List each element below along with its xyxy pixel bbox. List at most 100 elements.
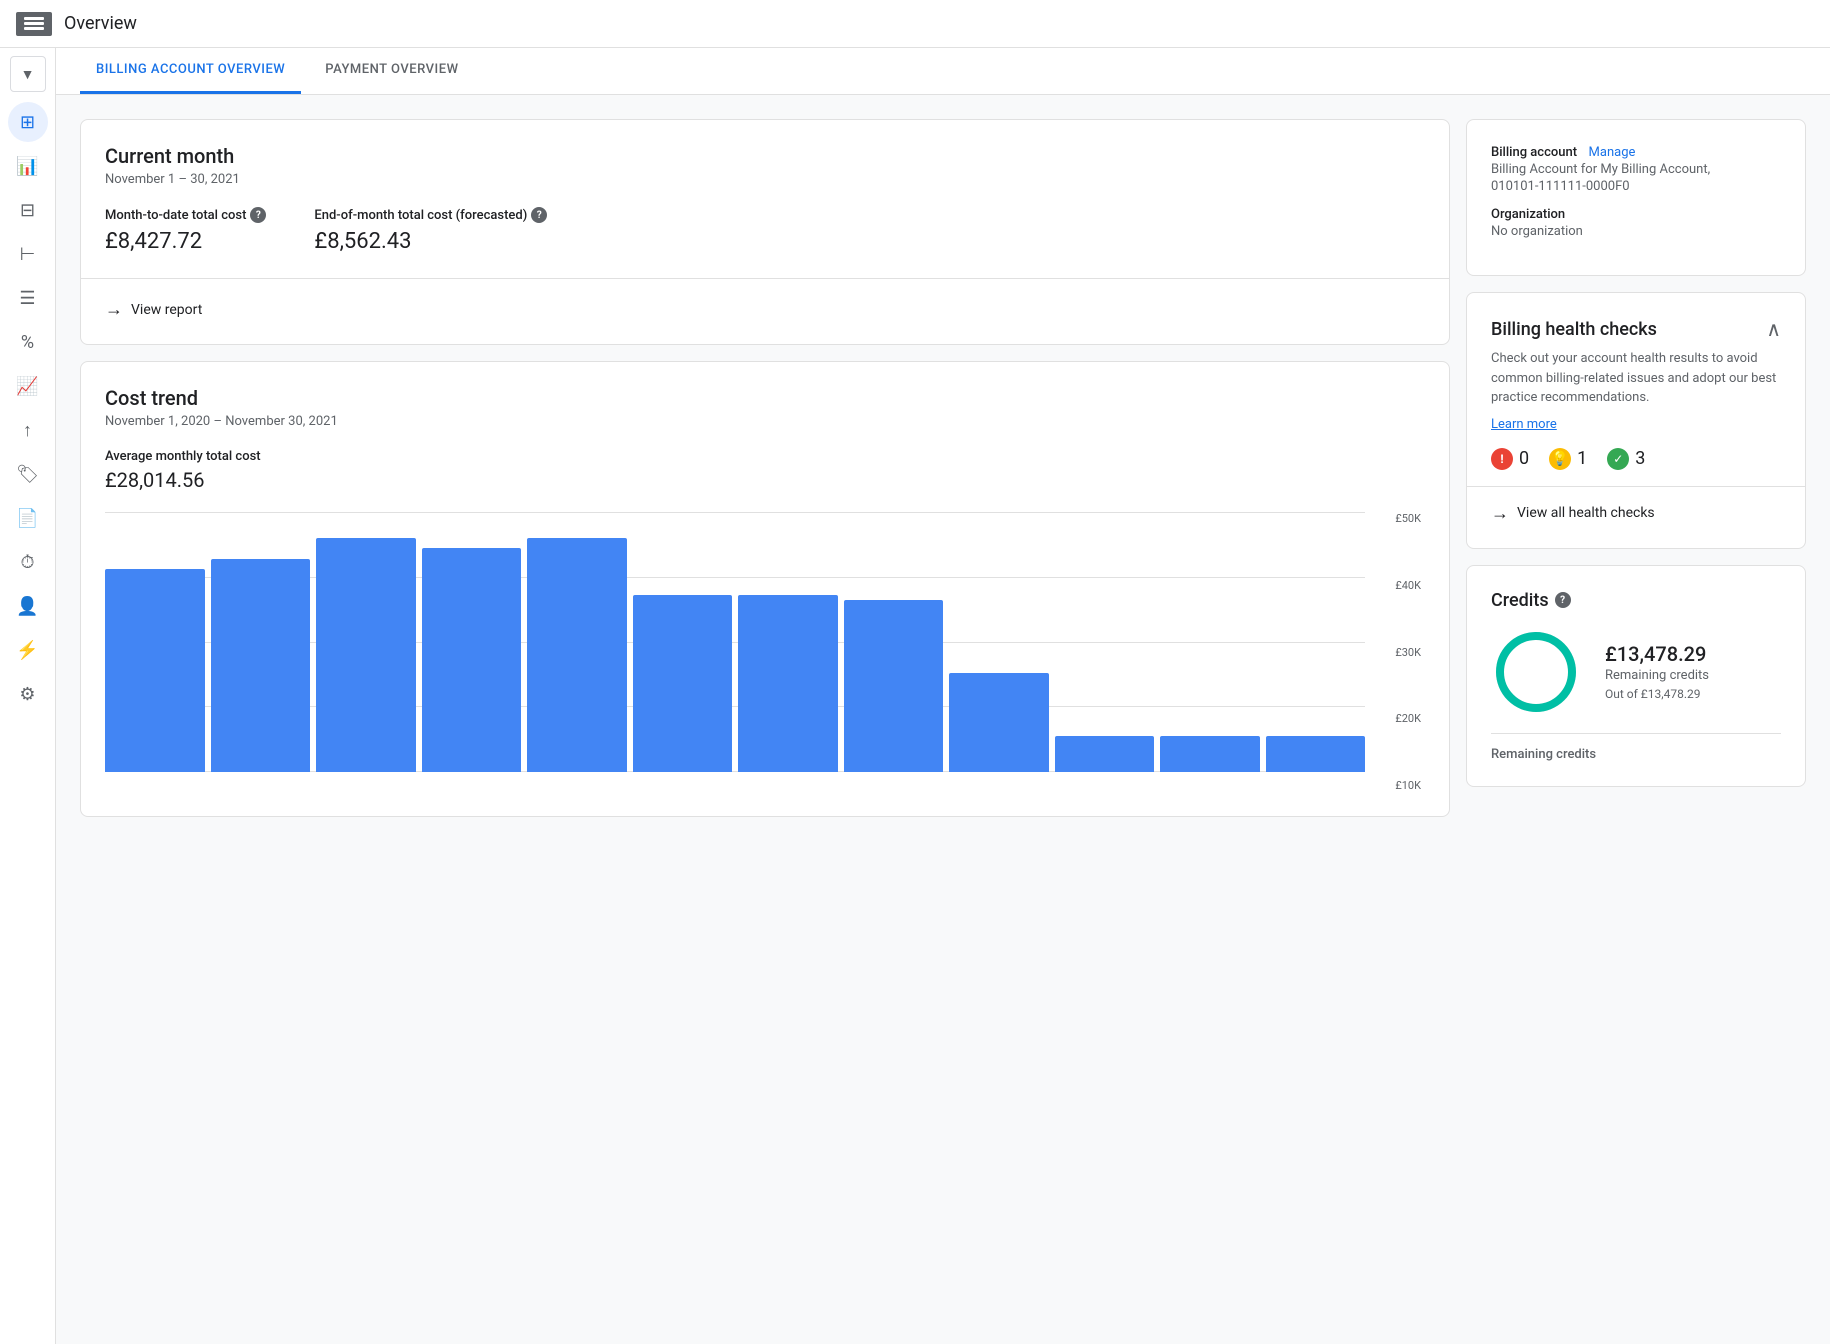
- upload-icon: ↑: [23, 420, 32, 441]
- learn-more-link[interactable]: Learn more: [1491, 417, 1557, 432]
- avg-label: Average monthly total cost: [105, 449, 1425, 464]
- health-description: Check out your account health results to…: [1491, 349, 1781, 408]
- end-of-month-label: End-of-month total cost (forecasted) ?: [314, 207, 547, 223]
- chart-bar-1: [211, 559, 311, 772]
- credits-title: Credits: [1491, 590, 1549, 611]
- chart-y-axis: £50K £40K £30K £20K £10K: [1375, 512, 1425, 792]
- chart-bar-4: [527, 538, 627, 772]
- end-of-month-help-icon[interactable]: ?: [531, 207, 547, 223]
- percent-icon: %: [21, 332, 34, 353]
- org-label: Organization: [1491, 207, 1565, 222]
- sidebar-item-reports[interactable]: 📊: [8, 146, 48, 186]
- sidebar-item-list[interactable]: ☰: [8, 278, 48, 318]
- sidebar-item-doc[interactable]: 📄: [8, 498, 48, 538]
- health-count-error: ! 0: [1491, 448, 1529, 470]
- health-counts: ! 0 💡 1 ✓ 3: [1491, 448, 1781, 470]
- sidebar-item-budget[interactable]: ⊢: [8, 234, 48, 274]
- cost-trend-title: Cost trend: [105, 386, 1425, 410]
- dashboard-icon: ⊞: [20, 112, 35, 133]
- sidebar-dropdown[interactable]: ▼: [10, 56, 46, 92]
- sidebar-item-chart2[interactable]: 📈: [8, 366, 48, 406]
- menu-icon[interactable]: [16, 12, 52, 36]
- list-icon: ☰: [19, 288, 35, 309]
- month-to-date-help-icon[interactable]: ?: [250, 207, 266, 223]
- warning-count: 1: [1577, 448, 1587, 469]
- view-report-link[interactable]: → View report: [105, 279, 1425, 320]
- view-all-health-label: View all health checks: [1517, 505, 1655, 521]
- arrow-right-icon: →: [105, 299, 123, 320]
- sidebar-item-upload[interactable]: ↑: [8, 410, 48, 450]
- chart-bar-8: [949, 673, 1049, 772]
- person-icon: 👤: [16, 596, 38, 617]
- sidebar-item-percent[interactable]: %: [8, 322, 48, 362]
- health-checks-title: Billing health checks: [1491, 319, 1657, 340]
- donut-svg: [1491, 627, 1581, 717]
- current-month-subtitle: November 1 – 30, 2021: [105, 172, 1425, 187]
- error-count: 0: [1519, 448, 1529, 469]
- chart-bar-2: [316, 538, 416, 772]
- warning-badge-icon: 💡: [1549, 448, 1571, 470]
- tabs-bar: BILLING ACCOUNT OVERVIEW PAYMENT OVERVIE…: [56, 48, 1830, 95]
- structure-icon: ⚡: [16, 640, 38, 661]
- health-divider: [1467, 486, 1805, 487]
- budget-icon: ⊢: [20, 244, 36, 265]
- cost-row: Month-to-date total cost ? £8,427.72 End…: [105, 207, 1425, 254]
- sidebar-item-table[interactable]: ⊟: [8, 190, 48, 230]
- credits-card: Credits ? £13,478.29 Remaining cred: [1466, 565, 1806, 787]
- collapse-icon[interactable]: ∧: [1766, 317, 1781, 341]
- sidebar-item-structure[interactable]: ⚡: [8, 630, 48, 670]
- clock-icon: ⏱: [20, 552, 34, 573]
- current-month-title: Current month: [105, 144, 1425, 168]
- content-area: Current month November 1 – 30, 2021 Mont…: [56, 95, 1830, 1344]
- ok-count: 3: [1635, 448, 1645, 469]
- view-all-health-link[interactable]: → View all health checks: [1491, 503, 1781, 524]
- settings-icon: ⚙: [19, 684, 35, 705]
- credits-header: Credits ?: [1491, 590, 1781, 611]
- tab-billing-account[interactable]: BILLING ACCOUNT OVERVIEW: [80, 48, 301, 94]
- app-body: ▼ ⊞ 📊 ⊟ ⊢ ☰ % 📈 ↑ 🏷 📄: [0, 48, 1830, 1344]
- sidebar-item-tag[interactable]: 🏷: [8, 454, 48, 494]
- manage-link[interactable]: Manage: [1589, 145, 1636, 160]
- reports-icon: 📊: [16, 156, 38, 177]
- credits-info: £13,478.29 Remaining credits Out of £13,…: [1605, 642, 1709, 701]
- chart-bar-7: [844, 600, 944, 772]
- chart-bar-10: [1160, 736, 1260, 772]
- end-of-month-value: £8,562.43: [314, 229, 547, 254]
- left-column: Current month November 1 – 30, 2021 Mont…: [80, 119, 1450, 1320]
- doc-icon: 📄: [16, 508, 38, 529]
- health-header: Billing health checks ∧: [1491, 317, 1781, 341]
- chevron-down-icon: ▼: [21, 66, 35, 83]
- month-to-date-item: Month-to-date total cost ? £8,427.72: [105, 207, 266, 254]
- tab-payment[interactable]: PAYMENT OVERVIEW: [309, 48, 474, 94]
- billing-account-label: Billing account: [1491, 145, 1577, 160]
- sidebar-item-person[interactable]: 👤: [8, 586, 48, 626]
- credits-amount: £13,478.29: [1605, 642, 1709, 666]
- sidebar-item-clock[interactable]: ⏱: [8, 542, 48, 582]
- y-label-10k: £10K: [1395, 779, 1421, 792]
- credits-footer: Remaining credits: [1491, 733, 1781, 762]
- avg-value: £28,014.56: [105, 468, 1425, 492]
- right-column: Billing account Manage Billing Account f…: [1466, 119, 1806, 1320]
- page-title: Overview: [64, 13, 137, 34]
- credits-body: £13,478.29 Remaining credits Out of £13,…: [1491, 627, 1781, 717]
- health-count-warning: 💡 1: [1549, 448, 1587, 470]
- y-label-20k: £20K: [1395, 712, 1421, 725]
- chart-bars-area: [105, 512, 1365, 772]
- current-month-card: Current month November 1 – 30, 2021 Mont…: [80, 119, 1450, 345]
- credits-help-icon[interactable]: ?: [1555, 592, 1571, 608]
- health-checks-card: Billing health checks ∧ Check out your a…: [1466, 292, 1806, 549]
- error-badge-icon: !: [1491, 448, 1513, 470]
- arrow-right-health-icon: →: [1491, 503, 1509, 524]
- month-to-date-value: £8,427.72: [105, 229, 266, 254]
- chart-bar-6: [738, 595, 838, 772]
- cost-trend-subtitle: November 1, 2020 – November 30, 2021: [105, 414, 1425, 429]
- credits-footer-label: Remaining credits: [1491, 747, 1596, 762]
- sidebar-item-settings[interactable]: ⚙: [8, 674, 48, 714]
- credits-out-of: Out of £13,478.29: [1605, 687, 1709, 701]
- chart-bar-9: [1055, 736, 1155, 772]
- billing-account-row: Billing account Manage Billing Account f…: [1491, 144, 1781, 194]
- y-label-30k: £30K: [1395, 646, 1421, 659]
- sidebar-item-dashboard[interactable]: ⊞: [8, 102, 48, 142]
- table-icon: ⊟: [20, 200, 35, 221]
- credits-remaining-label: Remaining credits: [1605, 668, 1709, 683]
